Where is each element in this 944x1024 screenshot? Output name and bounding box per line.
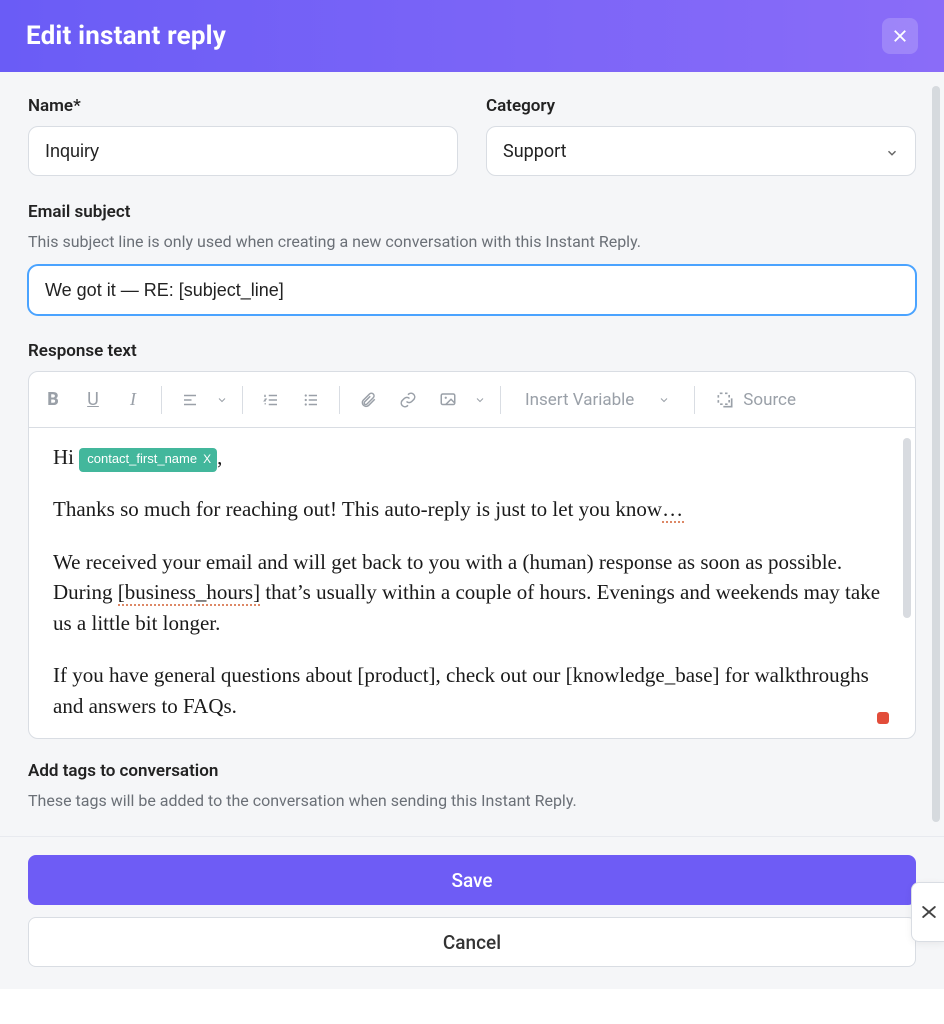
toolbar-separator <box>694 386 695 414</box>
editor-text: Thanks so much for reaching out! This au… <box>53 497 662 521</box>
align-dropdown[interactable] <box>212 382 232 418</box>
help-widget-icon[interactable] <box>911 882 944 942</box>
name-label: Name* <box>28 96 458 116</box>
subject-label: Email subject <box>28 202 916 222</box>
insert-variable-label: Insert Variable <box>525 390 634 410</box>
editor-text: Hi <box>53 445 79 469</box>
chevron-down-icon <box>885 144 899 158</box>
editor-text: [business_hours] <box>118 580 260 606</box>
align-button[interactable] <box>172 382 208 418</box>
cancel-button[interactable]: Cancel <box>28 917 916 967</box>
chevron-down-icon <box>216 394 228 406</box>
tags-label: Add tags to conversation <box>28 761 916 781</box>
modal-footer: Save Cancel <box>0 836 944 989</box>
editor-text: … <box>662 497 684 523</box>
variable-chip[interactable]: contact_first_name X <box>79 448 217 472</box>
insert-variable-dropdown[interactable]: Insert Variable <box>511 382 684 418</box>
grammarly-icon[interactable] <box>877 712 889 724</box>
chevron-down-icon <box>658 394 670 406</box>
category-select[interactable]: Support <box>486 126 916 176</box>
editor-text: , <box>217 445 222 469</box>
response-editor: B U I <box>28 371 916 739</box>
tags-helper: These tags will be added to the conversa… <box>28 791 916 810</box>
attachment-icon <box>359 391 377 409</box>
close-icon <box>891 27 909 45</box>
chevron-down-icon <box>474 394 486 406</box>
toolbar-separator <box>242 386 243 414</box>
variable-chip-remove-icon[interactable]: X <box>203 451 211 468</box>
toolbar-separator <box>339 386 340 414</box>
link-button[interactable] <box>390 382 426 418</box>
bold-button[interactable]: B <box>35 382 71 418</box>
response-label: Response text <box>28 341 916 361</box>
editor-content[interactable]: Hi contact_first_name X, Thanks so much f… <box>29 428 915 738</box>
modal-title: Edit instant reply <box>26 21 226 51</box>
ordered-list-icon <box>262 391 280 409</box>
close-button[interactable] <box>882 18 918 54</box>
source-label: Source <box>743 390 796 410</box>
underline-button[interactable]: U <box>75 382 111 418</box>
source-icon <box>715 390 735 410</box>
modal-body: Name* Category Support Email subject Thi… <box>0 72 944 836</box>
italic-icon: I <box>130 389 136 410</box>
toolbar-separator <box>161 386 162 414</box>
unordered-list-icon <box>302 391 320 409</box>
save-button[interactable]: Save <box>28 855 916 905</box>
bold-icon: B <box>47 389 59 410</box>
editor-scrollbar[interactable] <box>903 438 911 618</box>
unordered-list-button[interactable] <box>293 382 329 418</box>
name-input[interactable] <box>28 126 458 176</box>
subject-input[interactable] <box>28 265 916 315</box>
link-icon <box>399 391 417 409</box>
image-icon <box>439 391 457 409</box>
category-value: Support <box>503 141 567 162</box>
attachment-button[interactable] <box>350 382 386 418</box>
italic-button[interactable]: I <box>115 382 151 418</box>
align-icon <box>181 391 199 409</box>
editor-text: If you have general questions about [pro… <box>53 660 891 721</box>
image-dropdown[interactable] <box>470 382 490 418</box>
modal-header: Edit instant reply <box>0 0 944 72</box>
editor-toolbar: B U I <box>29 372 915 428</box>
toolbar-separator <box>500 386 501 414</box>
image-button[interactable] <box>430 382 466 418</box>
category-label: Category <box>486 96 916 116</box>
ordered-list-button[interactable] <box>253 382 289 418</box>
subject-helper: This subject line is only used when crea… <box>28 232 916 251</box>
underline-icon: U <box>87 389 99 410</box>
variable-chip-label: contact_first_name <box>87 450 197 469</box>
source-button[interactable]: Source <box>705 382 806 418</box>
